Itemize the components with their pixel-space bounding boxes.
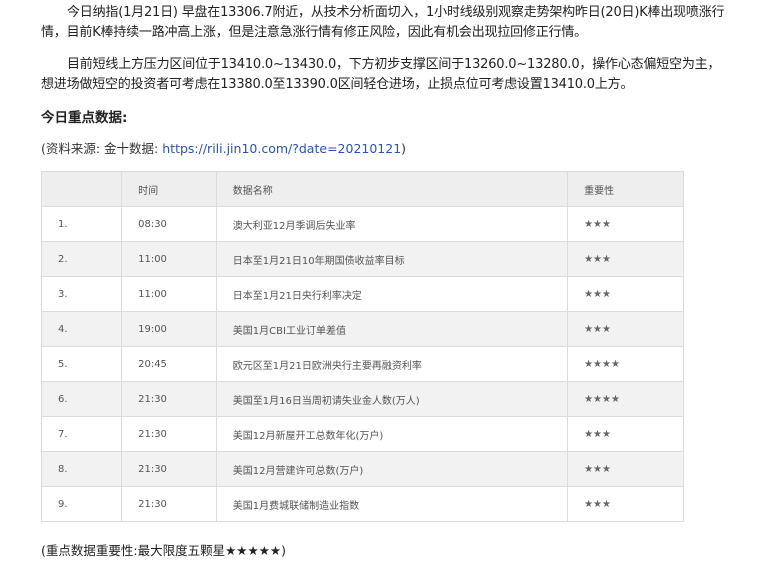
- row-index: 5.: [40, 346, 123, 382]
- row-time: 21:30: [121, 416, 217, 452]
- row-importance-stars: ★★★: [567, 416, 684, 452]
- header-importance: 重要性: [567, 171, 684, 207]
- table-row: 8. 21:30 美国12月营建许可总数(万户) ★★★: [40, 451, 684, 487]
- row-time: 11:00: [121, 276, 217, 312]
- table-header-row: 时间 数据名称 重要性: [40, 171, 684, 207]
- source-link[interactable]: https://rili.jin10.com/?date=20210121: [162, 141, 401, 156]
- events-table: 时间 数据名称 重要性 1. 08:30 澳大利亚12月季调后失业率 ★★★ 2…: [40, 171, 684, 522]
- row-importance-stars: ★★★: [567, 451, 684, 487]
- row-name: 澳大利亚12月季调后失业率: [215, 206, 569, 242]
- row-importance-stars: ★★★: [567, 486, 684, 522]
- row-name: 美国1月费城联储制造业指数: [215, 486, 569, 522]
- row-time: 08:30: [121, 206, 217, 242]
- source-suffix: ): [401, 141, 407, 156]
- row-name: 欧元区至1月21日欧洲央行主要再融资利率: [215, 346, 569, 382]
- row-time: 20:45: [121, 346, 217, 382]
- header-name: 数据名称: [215, 171, 569, 207]
- header-index: [40, 171, 123, 207]
- row-name: 美国1月CBI工业订单差值: [215, 311, 569, 347]
- article-paragraph-1: 今日纳指(1月21日) 早盘在13306.7附近，从技术分析面切入，1小时线级别…: [41, 5, 725, 40]
- row-index: 7.: [40, 416, 123, 452]
- row-name: 日本至1月21日10年期国债收益率目标: [215, 241, 569, 277]
- row-importance-stars: ★★★: [567, 206, 684, 242]
- row-time: 11:00: [121, 241, 217, 277]
- article-paragraph-2: 目前短线上方压力区间位于13410.0~13430.0，下方初步支撑区间于132…: [41, 57, 721, 92]
- table-row: 3. 11:00 日本至1月21日央行利率决定 ★★★: [40, 276, 684, 312]
- row-index: 6.: [40, 381, 123, 417]
- source-prefix: (资料来源: 金十数据:: [41, 141, 163, 156]
- section-title: 今日重点数据:: [41, 110, 128, 126]
- table-row: 7. 21:30 美国12月新屋开工总数年化(万户) ★★★: [40, 416, 684, 452]
- table-row: 2. 11:00 日本至1月21日10年期国债收益率目标 ★★★: [40, 241, 684, 277]
- row-importance-stars: ★★★: [567, 276, 684, 312]
- row-name: 美国12月营建许可总数(万户): [215, 451, 569, 487]
- importance-footnote: (重点数据重要性:最大限度五颗星★★★★★): [41, 543, 286, 558]
- row-time: 19:00: [121, 311, 217, 347]
- row-importance-stars: ★★★★: [567, 381, 684, 417]
- table-row: 4. 19:00 美国1月CBI工业订单差值 ★★★: [40, 311, 684, 347]
- row-index: 4.: [40, 311, 123, 347]
- row-time: 21:30: [121, 381, 217, 417]
- row-importance-stars: ★★★: [567, 311, 684, 347]
- row-importance-stars: ★★★★: [567, 346, 684, 382]
- row-index: 8.: [40, 451, 123, 487]
- row-importance-stars: ★★★: [567, 241, 684, 277]
- table-row: 6. 21:30 美国至1月16日当周初请失业金人数(万人) ★★★★: [40, 381, 684, 417]
- row-name: 日本至1月21日央行利率决定: [215, 276, 569, 312]
- row-index: 2.: [40, 241, 123, 277]
- row-name: 美国至1月16日当周初请失业金人数(万人): [215, 381, 569, 417]
- table-row: 1. 08:30 澳大利亚12月季调后失业率 ★★★: [40, 206, 684, 242]
- header-time: 时间: [121, 171, 217, 207]
- row-time: 21:30: [121, 451, 217, 487]
- table-row: 5. 20:45 欧元区至1月21日欧洲央行主要再融资利率 ★★★★: [40, 346, 684, 382]
- row-index: 1.: [40, 206, 123, 242]
- row-name: 美国12月新屋开工总数年化(万户): [215, 416, 569, 452]
- source-line: (资料来源: 金十数据: https://rili.jin10.com/?dat…: [41, 138, 406, 157]
- row-index: 9.: [40, 486, 123, 522]
- row-index: 3.: [40, 276, 123, 312]
- table-row: 9. 21:30 美国1月费城联储制造业指数 ★★★: [40, 486, 684, 522]
- row-time: 21:30: [121, 486, 217, 522]
